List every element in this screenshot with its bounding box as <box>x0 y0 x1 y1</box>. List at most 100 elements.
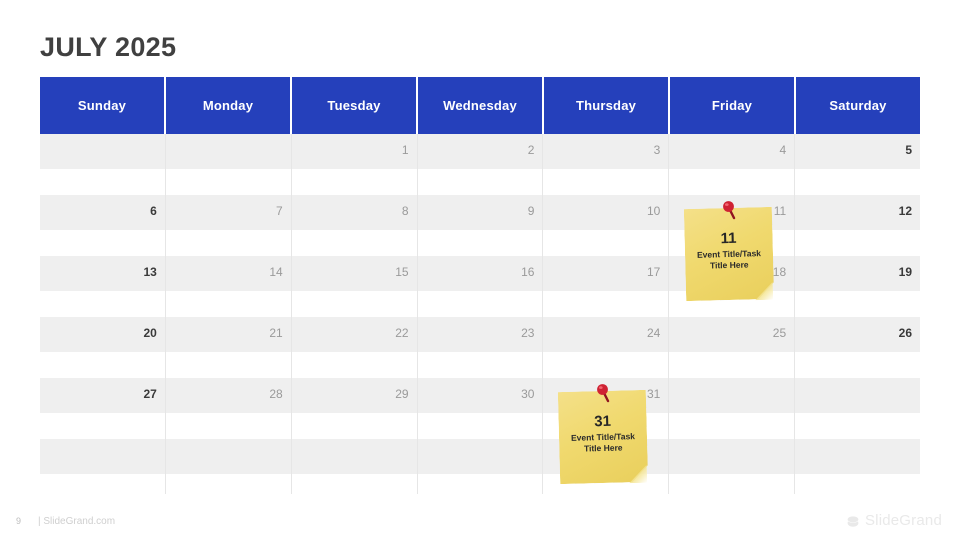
sticky-note[interactable]: 31 Event Title/Task Title Here <box>558 384 648 484</box>
day-number: 16 <box>521 265 535 279</box>
day-number: 6 <box>150 204 157 218</box>
day-number: 15 <box>395 265 409 279</box>
day-number: 11 <box>773 204 787 218</box>
day-number: 4 <box>779 143 787 157</box>
day-cell-empty[interactable] <box>40 439 166 494</box>
calendar: Sunday Monday Tuesday Wednesday Thursday Frid… <box>40 77 921 494</box>
day-cell-empty[interactable] <box>669 439 796 494</box>
day-cell[interactable]: 10 <box>543 195 670 256</box>
day-number: 13 <box>143 265 157 279</box>
day-cell[interactable]: 4 <box>669 134 796 195</box>
day-number: 24 <box>646 326 661 340</box>
week-row: 1 2 3 4 5 <box>40 134 921 195</box>
day-number: 17 <box>646 265 661 279</box>
day-number: 21 <box>269 326 283 340</box>
week-row: 13 14 15 16 17 18 19 <box>40 256 921 317</box>
day-header-saturday: Saturday <box>796 77 920 134</box>
day-number: 5 <box>905 143 913 157</box>
day-header-sunday: Sunday <box>40 77 164 134</box>
sticky-note-content: 31 Event Title/Task Title Here <box>558 390 648 484</box>
sticky-note-day: 11 <box>720 229 737 248</box>
day-cell[interactable]: 8 <box>291 195 418 256</box>
page-title: JULY 2025 <box>40 32 177 62</box>
week-row: 27 28 29 30 31 <box>40 378 921 439</box>
day-cell[interactable]: 28 <box>165 378 292 439</box>
day-number: 31 <box>646 387 661 401</box>
day-number: 8 <box>401 204 409 218</box>
day-cell[interactable]: 25 <box>669 317 796 378</box>
day-cell-empty[interactable] <box>165 134 292 195</box>
day-number: 7 <box>276 204 283 218</box>
brand-logo: SlideGrand <box>846 512 942 529</box>
day-number: 12 <box>898 204 913 218</box>
push-pin-icon <box>597 384 610 403</box>
day-cell[interactable]: 9 <box>417 195 544 256</box>
day-number: 9 <box>527 204 535 218</box>
footer-site-label: | SlideGrand.com <box>38 516 116 527</box>
sticky-note[interactable]: 11 Event Title/Task Title Here <box>684 201 774 301</box>
day-number: 14 <box>269 265 283 279</box>
day-cell[interactable]: 12 <box>795 195 921 256</box>
day-cell[interactable]: 6 <box>40 195 166 256</box>
day-number: 30 <box>521 387 535 401</box>
day-number: 1 <box>401 143 409 157</box>
day-cell-empty[interactable] <box>40 134 166 195</box>
day-header-thursday: Thursday <box>544 77 668 134</box>
day-cell[interactable]: 29 <box>291 378 418 439</box>
day-cell[interactable]: 23 <box>417 317 544 378</box>
day-cell-empty[interactable] <box>291 439 418 494</box>
day-cell[interactable]: 21 <box>165 317 292 378</box>
day-cell[interactable]: 3 <box>543 134 670 195</box>
slidegrand-logo-icon <box>847 515 859 527</box>
day-number: 10 <box>646 204 661 218</box>
day-cell-empty[interactable] <box>669 378 796 439</box>
day-cell[interactable]: 17 <box>543 256 670 317</box>
day-number: 25 <box>772 326 787 340</box>
day-number: 28 <box>269 387 283 401</box>
day-number: 22 <box>395 326 409 340</box>
day-cell-empty[interactable] <box>417 439 544 494</box>
day-number: 18 <box>772 265 787 279</box>
week-row: 20 21 22 23 24 25 26 <box>40 317 921 378</box>
day-number: 2 <box>527 143 535 157</box>
sticky-note-content: 11 Event Title/Task Title Here <box>684 207 774 301</box>
day-number: 20 <box>143 326 157 340</box>
calendar-body: 1 2 3 4 5 6 7 8 9 10 11 12 13 14 15 16 17 18 19 20 21 22 23 24 2… <box>40 134 921 494</box>
footer-page-number: 9 <box>16 516 22 526</box>
day-number: 29 <box>395 387 409 401</box>
day-number: 27 <box>143 387 157 401</box>
day-cell[interactable]: 26 <box>795 317 921 378</box>
day-cell-empty[interactable] <box>795 378 921 439</box>
day-cell[interactable]: 30 <box>417 378 544 439</box>
day-number: 19 <box>898 265 913 279</box>
sticky-note-title-line2: Title Here <box>709 259 749 271</box>
day-cell[interactable]: 16 <box>417 256 544 317</box>
day-header-monday: Monday <box>166 77 290 134</box>
day-cell[interactable]: 2 <box>417 134 544 195</box>
day-number: 26 <box>898 326 913 340</box>
day-number: 3 <box>653 143 661 157</box>
day-cell[interactable]: 27 <box>40 378 166 439</box>
week-row: 6 7 8 9 10 11 12 <box>40 195 921 256</box>
day-cell[interactable]: 22 <box>291 317 418 378</box>
day-cell[interactable]: 5 <box>795 134 921 195</box>
day-number: 23 <box>521 326 535 340</box>
day-header-friday: Friday <box>670 77 794 134</box>
sticky-note-day: 31 <box>594 412 612 431</box>
sticky-note-title-line2: Title Here <box>583 442 623 454</box>
day-cell-empty[interactable] <box>795 439 921 494</box>
day-cell[interactable]: 13 <box>40 256 166 317</box>
day-header-tuesday: Tuesday <box>292 77 416 134</box>
day-cell[interactable]: 15 <box>291 256 418 317</box>
calendar-header-row: Sunday Monday Tuesday Wednesday Thursday Frid… <box>40 77 920 134</box>
push-pin-icon <box>723 201 736 220</box>
day-cell[interactable]: 24 <box>543 317 670 378</box>
day-cell-empty[interactable] <box>165 439 292 494</box>
day-header-wednesday: Wednesday <box>418 77 542 134</box>
brand-name: SlideGrand <box>864 512 942 529</box>
day-cell[interactable]: 14 <box>165 256 292 317</box>
day-cell[interactable]: 19 <box>795 256 921 317</box>
day-cell[interactable]: 1 <box>291 134 418 195</box>
day-cell[interactable]: 20 <box>40 317 166 378</box>
day-cell[interactable]: 7 <box>165 195 292 256</box>
